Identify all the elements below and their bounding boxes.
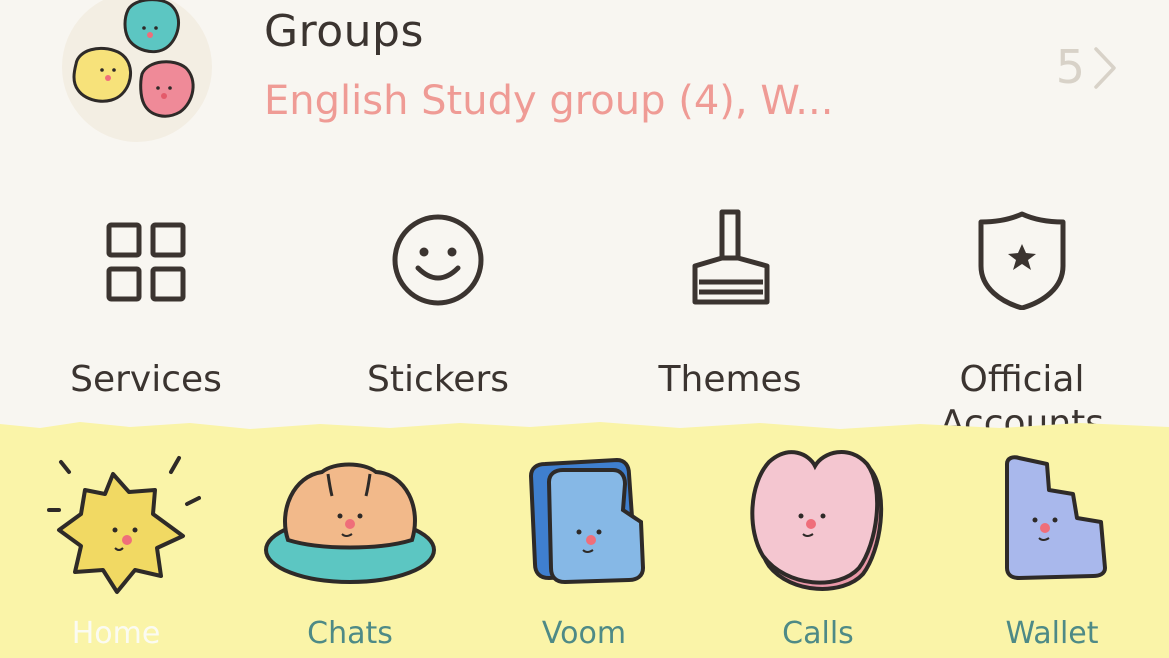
groups-subtitle: English Study group (4), W... xyxy=(264,78,834,124)
tab-wallet[interactable]: Wallet xyxy=(952,440,1152,658)
shortcut-label: Services xyxy=(70,359,222,400)
shortcut-label: Themes xyxy=(658,359,802,400)
shortcut-services[interactable]: Services xyxy=(36,220,256,430)
tab-voom[interactable]: Voom xyxy=(484,440,684,658)
grid-icon xyxy=(106,222,186,302)
groups-count: 5 xyxy=(1055,40,1085,94)
calls-heart-icon xyxy=(750,450,884,591)
groups-row[interactable]: Groups English Study group (4), W... 5 xyxy=(0,0,1169,150)
chats-bread-icon xyxy=(264,462,436,584)
shield-star-icon xyxy=(978,211,1066,310)
tab-label: Home xyxy=(71,616,161,651)
shortcut-stickers[interactable]: Stickers xyxy=(328,214,548,430)
groups-title: Groups xyxy=(264,6,424,57)
shortcut-themes[interactable]: Themes xyxy=(620,209,840,430)
tab-chats[interactable]: Chats xyxy=(250,440,450,658)
tab-label: Voom xyxy=(541,616,627,651)
wallet-icon xyxy=(1005,455,1107,580)
home-star-icon xyxy=(47,456,201,594)
tab-home[interactable]: Home xyxy=(16,440,216,658)
voom-icon xyxy=(528,457,646,585)
shortcut-label: Stickers xyxy=(366,359,510,400)
tab-label: Wallet xyxy=(1005,616,1099,651)
blob-faces-icon xyxy=(72,0,195,118)
bottom-tab-bar: Home Chats Voom Calls Wallet xyxy=(0,420,1169,658)
shortcut-official-accounts[interactable]: Official Accounts xyxy=(912,211,1132,444)
paint-brush-icon xyxy=(692,209,770,305)
tab-calls[interactable]: Calls xyxy=(718,440,918,658)
tab-label: Calls xyxy=(782,616,854,651)
smiley-icon xyxy=(392,214,484,306)
groups-avatar xyxy=(62,0,212,142)
tab-label: Chats xyxy=(307,616,393,651)
chevron-right-icon[interactable] xyxy=(1093,46,1117,90)
